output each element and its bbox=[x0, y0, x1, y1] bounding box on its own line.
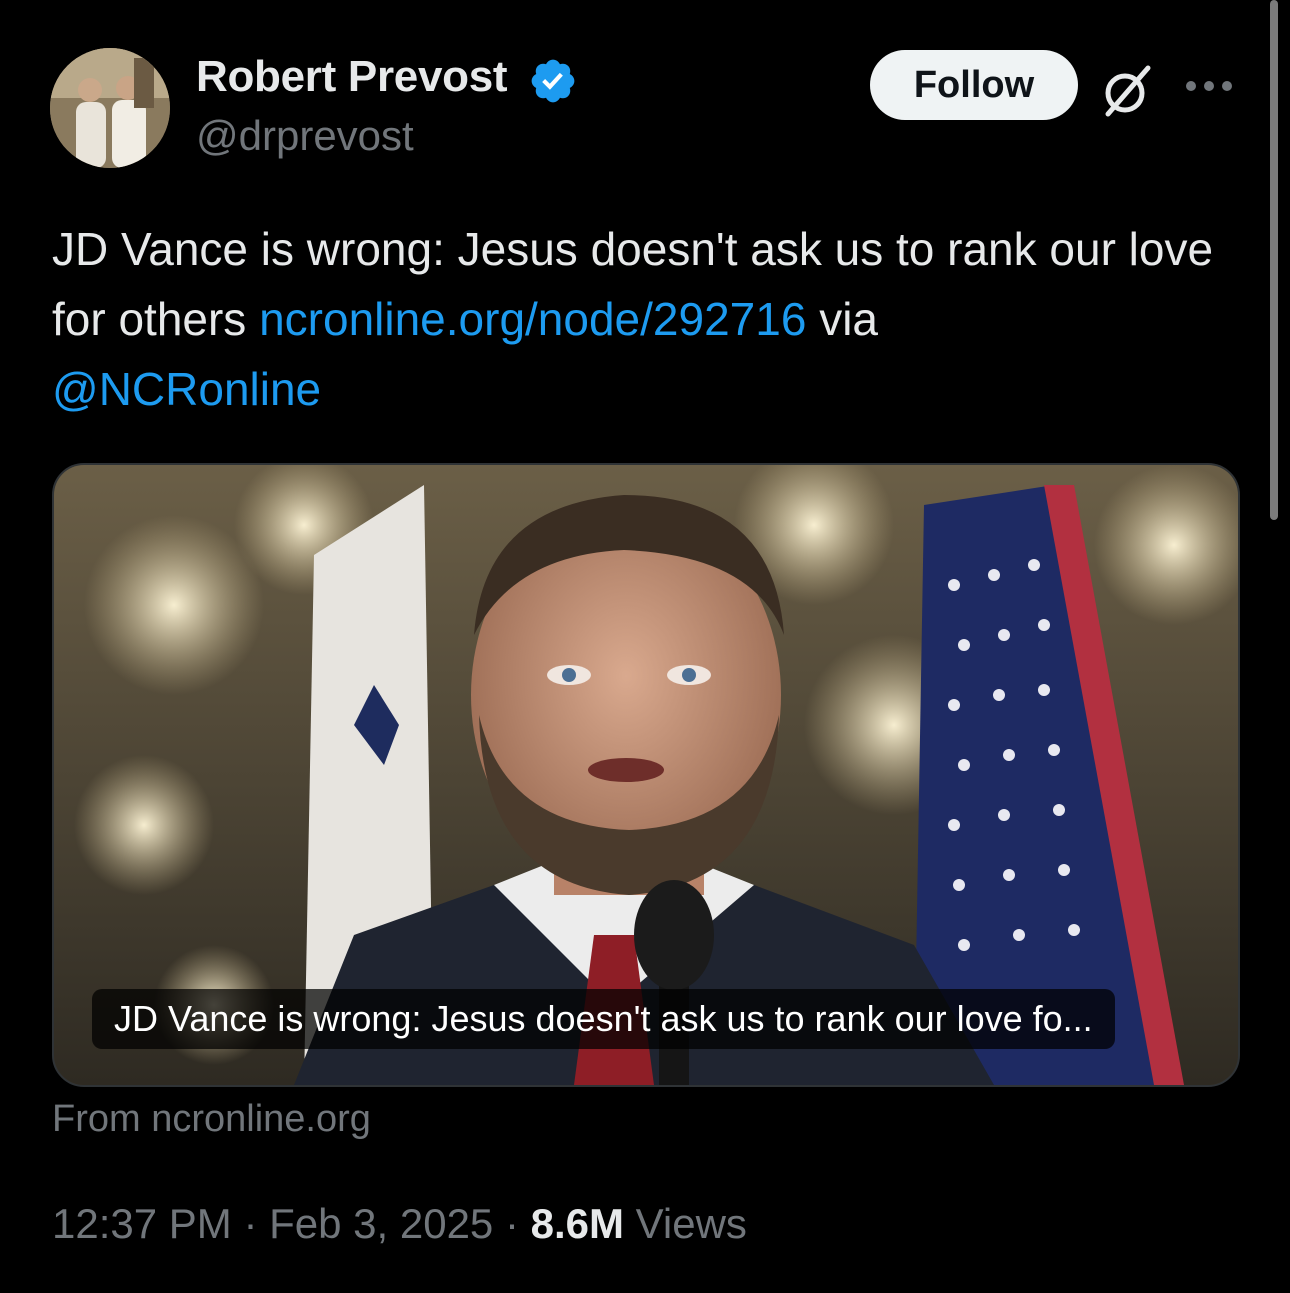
tweet-meta: 12:37 PM · Feb 3, 2025 · 8.6M Views bbox=[52, 1200, 747, 1248]
more-icon[interactable] bbox=[1184, 74, 1234, 98]
author-handle[interactable]: @drprevost bbox=[196, 112, 414, 160]
card-source[interactable]: From ncronline.org bbox=[52, 1098, 371, 1141]
meta-separator: · bbox=[231, 1200, 270, 1247]
tweet-time[interactable]: 12:37 PM bbox=[52, 1200, 232, 1247]
grok-icon[interactable] bbox=[1098, 62, 1156, 120]
tweet-link[interactable]: ncronline.org/node/292716 bbox=[259, 293, 806, 345]
tweet-date[interactable]: Feb 3, 2025 bbox=[269, 1200, 493, 1247]
avatar[interactable] bbox=[50, 48, 170, 168]
tweet-mention[interactable]: @NCRonline bbox=[52, 363, 321, 415]
views-count[interactable]: 8.6M bbox=[531, 1200, 624, 1247]
verified-badge-icon[interactable] bbox=[528, 56, 578, 106]
follow-button[interactable]: Follow bbox=[870, 50, 1078, 120]
meta-separator: · bbox=[493, 1200, 531, 1247]
card-title: JD Vance is wrong: Jesus doesn't ask us … bbox=[92, 989, 1115, 1049]
avatar-photo bbox=[50, 48, 170, 168]
scrollbar[interactable] bbox=[1270, 0, 1278, 520]
link-preview-card[interactable]: JD Vance is wrong: Jesus doesn't ask us … bbox=[52, 463, 1240, 1087]
views-label: Views bbox=[623, 1200, 747, 1247]
display-name[interactable]: Robert Prevost bbox=[196, 52, 508, 102]
tweet-text-via: via bbox=[806, 293, 879, 345]
tweet-text: JD Vance is wrong: Jesus doesn't ask us … bbox=[52, 214, 1252, 424]
